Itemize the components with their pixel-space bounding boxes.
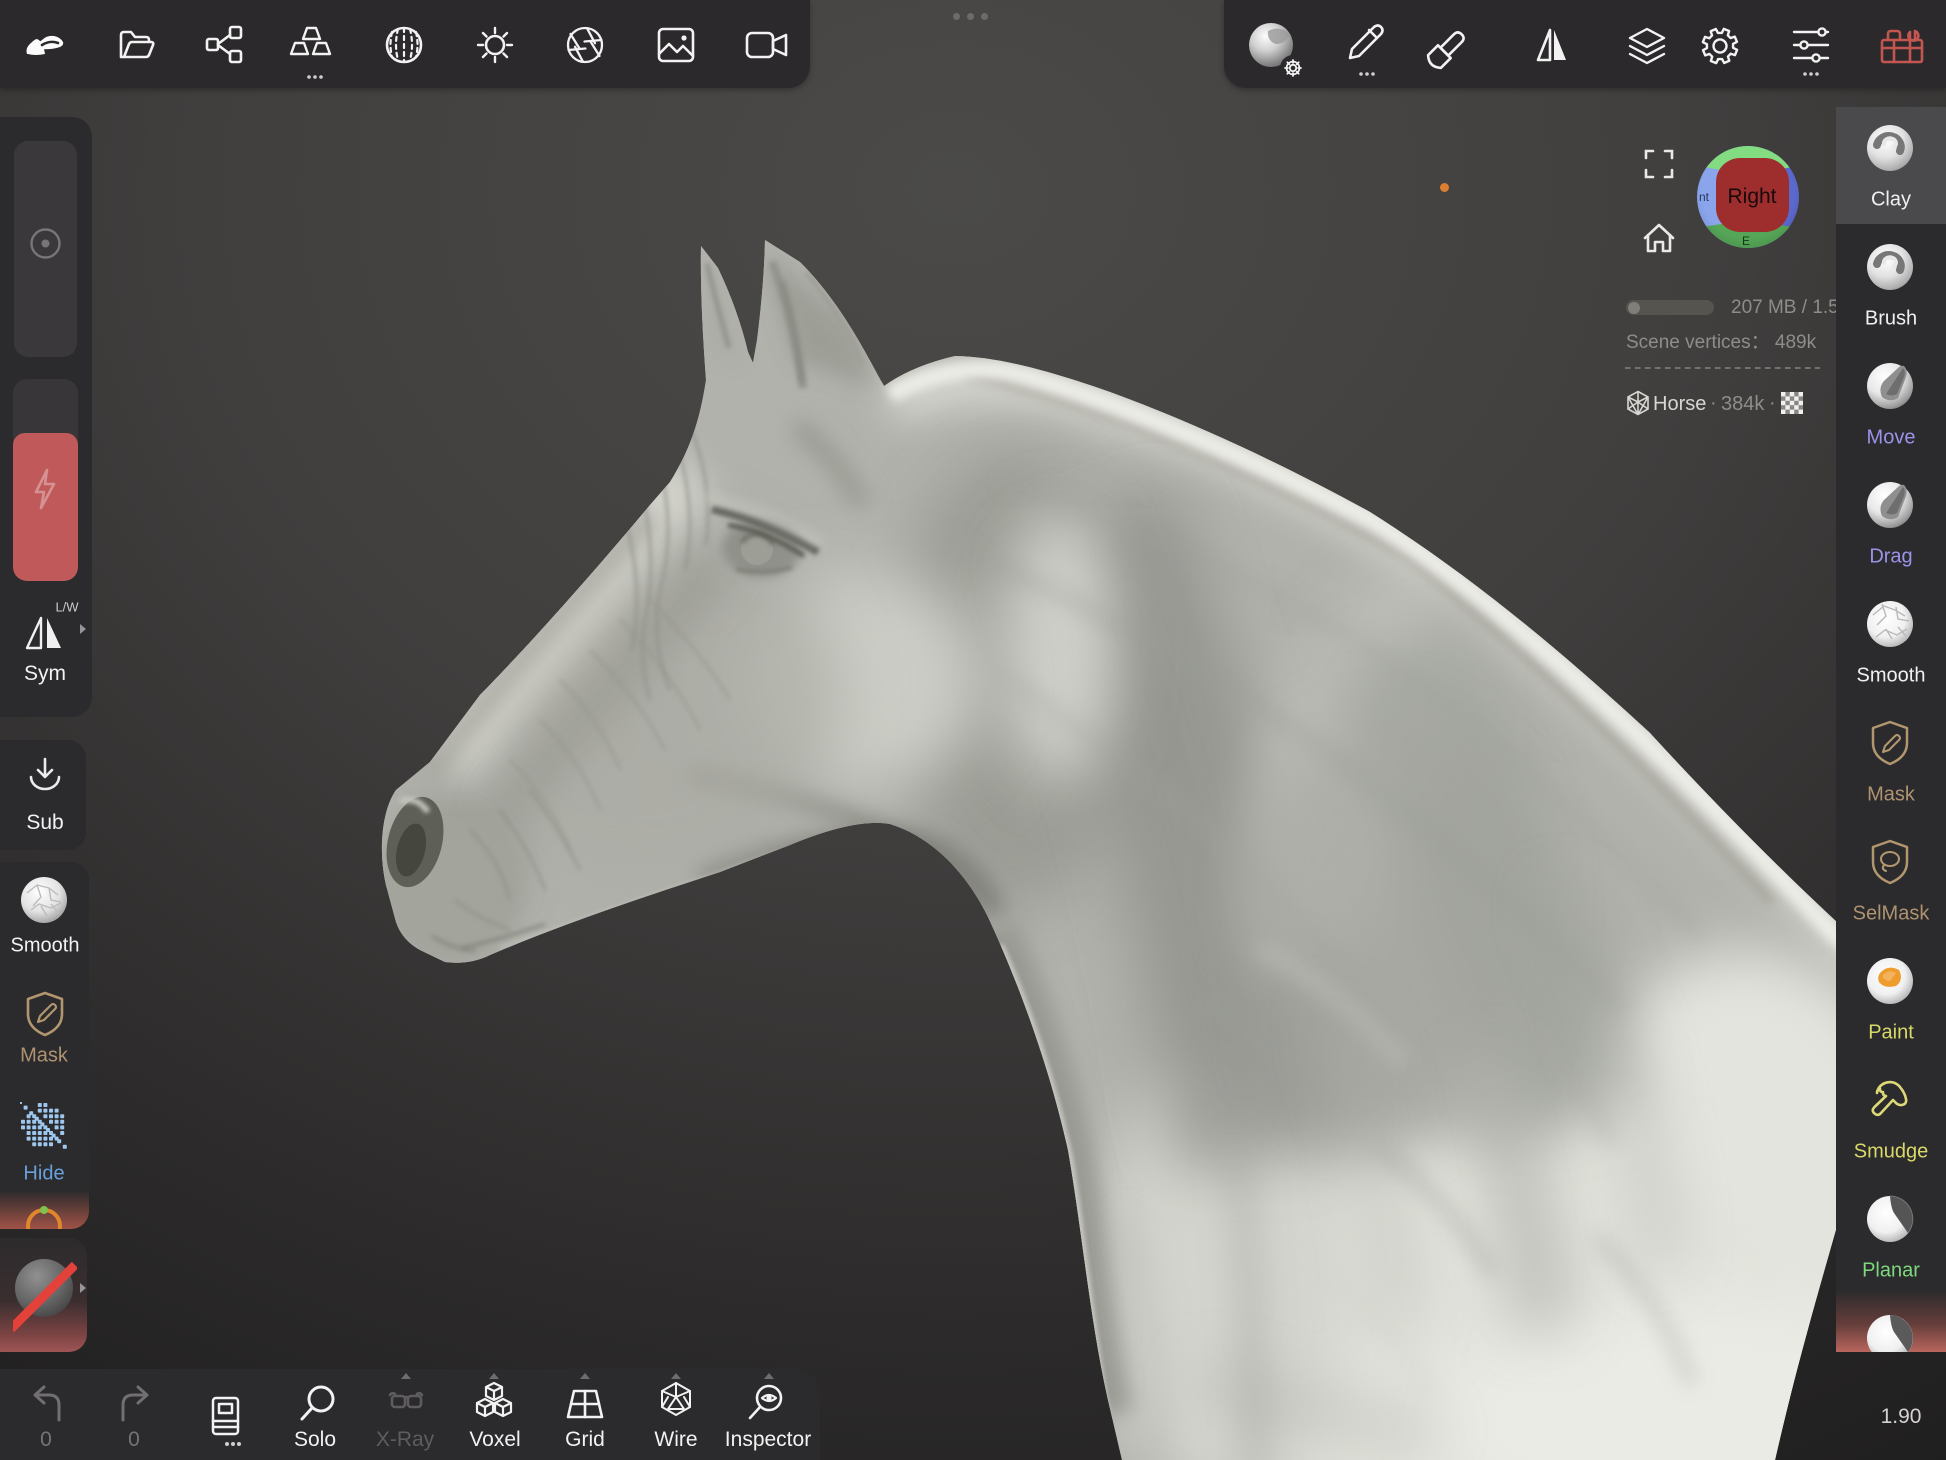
svg-text:nt: nt [1699,190,1710,204]
svg-text:Right: Right [1727,185,1776,208]
svg-text:E: E [1742,234,1750,248]
